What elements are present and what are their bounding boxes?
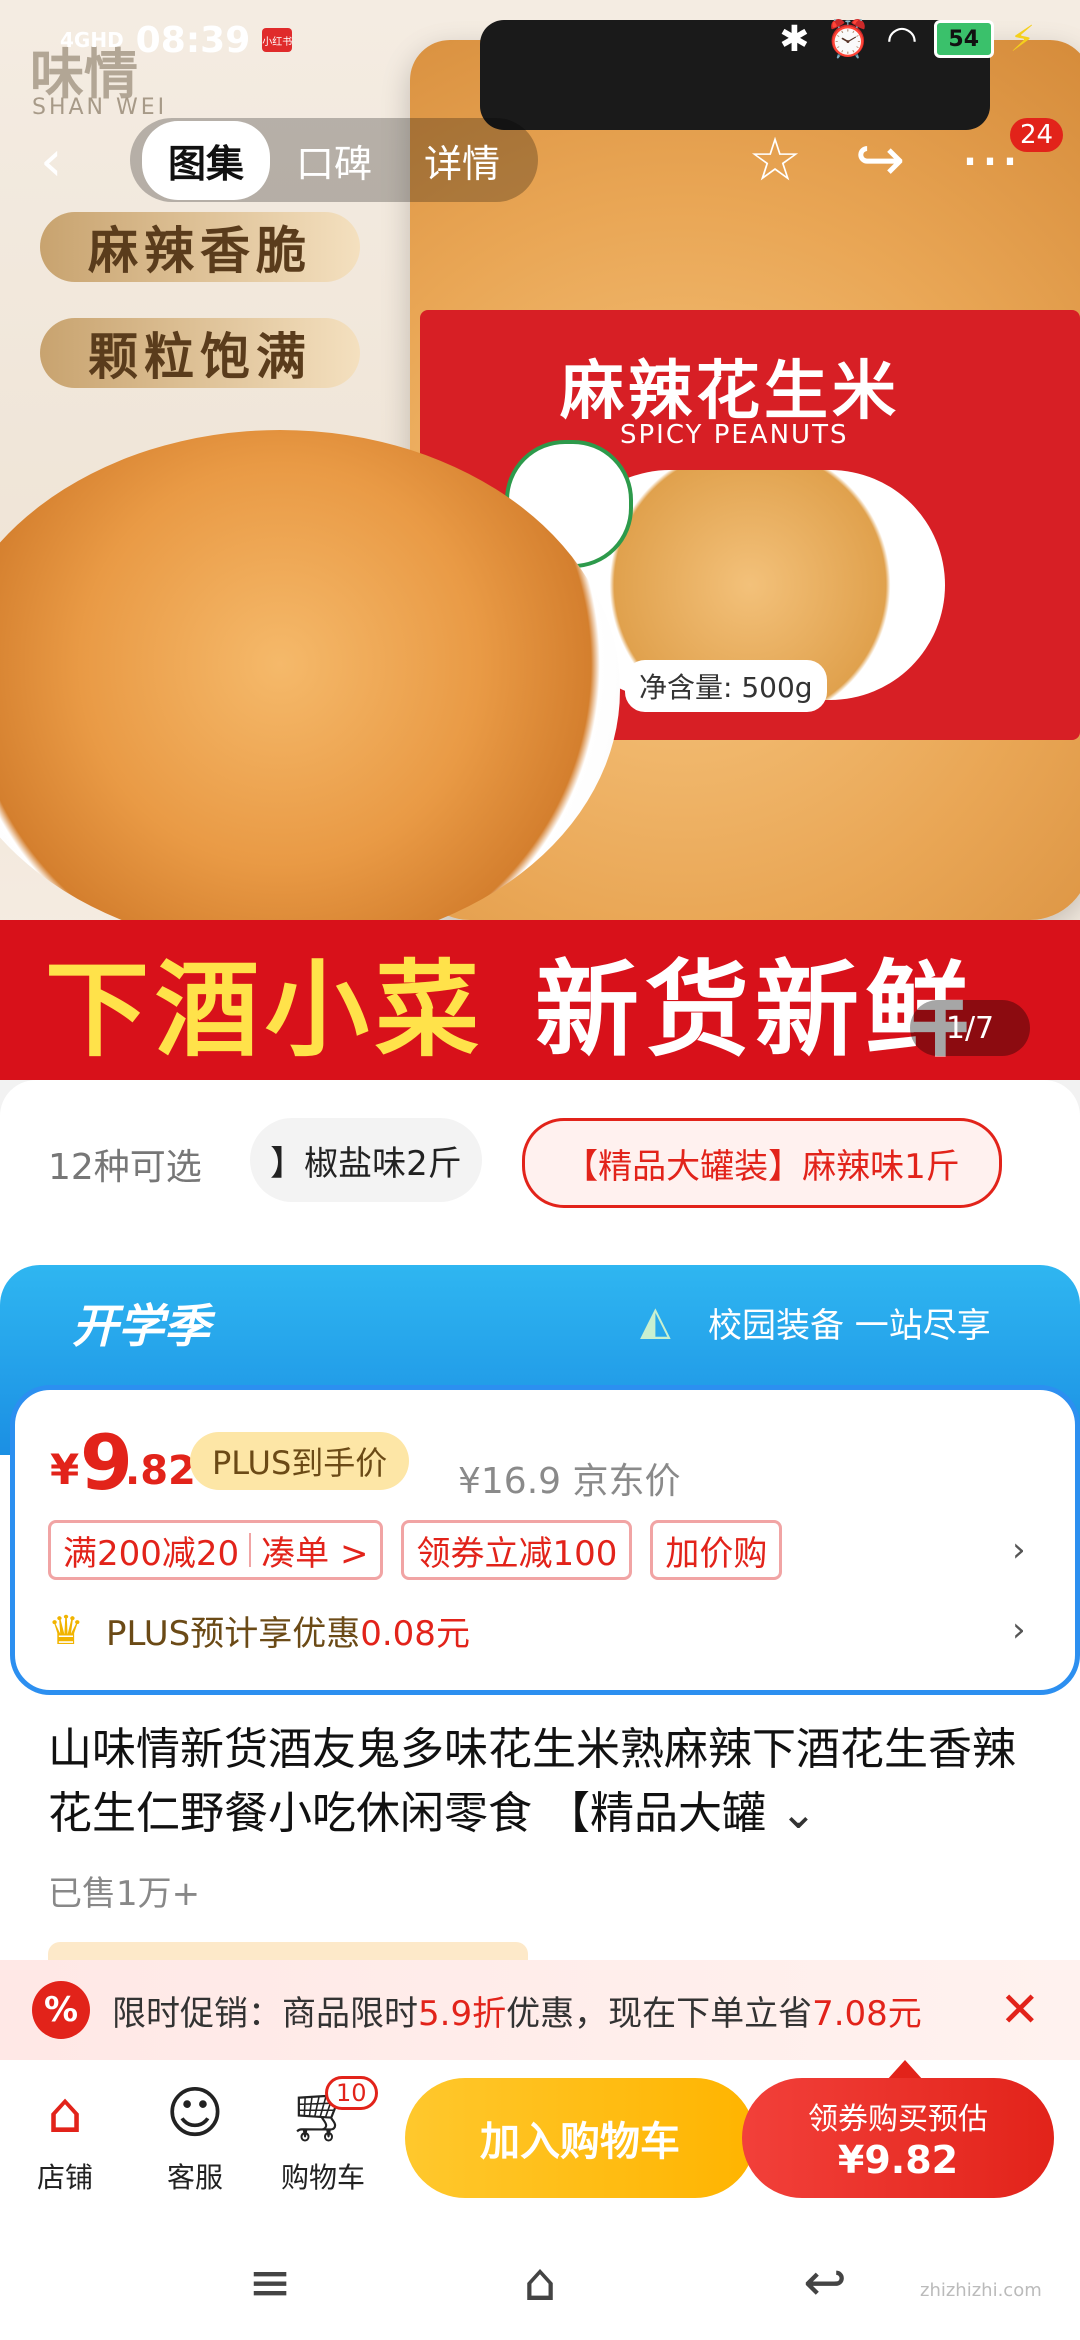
service-button[interactable]: ☺ 客服 <box>140 2078 250 2196</box>
variant-selector: 12种可选 】椒盐味2斤 【精品大罐装】麻辣味1斤 <box>0 1080 1080 1250</box>
top-nav-bar: ‹ 图集 口碑 详情 ☆ ↪ ⋯ 24 <box>0 110 1080 210</box>
plus-chevron-icon[interactable]: › <box>1012 1610 1026 1650</box>
promo-tagline[interactable]: 校园装备 一站尽享 <box>708 1298 991 1347</box>
buy-button-price: ¥9.82 <box>837 2138 959 2182</box>
flash-text-c: 优惠，现在下单立省 <box>506 1993 813 2034</box>
alarm-icon: ⏰ <box>825 19 871 60</box>
hero-banner: 下酒小菜 新货新鲜 <box>0 920 1080 1080</box>
price-currency: ¥ <box>50 1445 80 1494</box>
back-icon[interactable]: ‹ <box>40 132 100 192</box>
tab-gallery[interactable]: 图集 <box>142 120 271 200</box>
store-button[interactable]: ⌂ 店铺 <box>10 2078 120 2196</box>
variant-count[interactable]: 12种可选 <box>48 1138 202 1190</box>
app-notification-badge: 小红书 <box>262 28 293 52</box>
buy-button-tip <box>887 2060 923 2080</box>
promo-title: 开学季 <box>72 1299 210 1353</box>
buy-now-button[interactable]: 领券购买预估 ¥9.82 <box>742 2078 1054 2198</box>
flash-text-a: 限时促销：商品限时 <box>112 1993 418 2034</box>
close-icon[interactable]: ✕ <box>1000 1982 1040 2038</box>
coupon-chevron-icon[interactable]: › <box>1012 1530 1026 1570</box>
plus-price-badge: PLUS到手价 <box>190 1432 410 1490</box>
coupon-instant-label: 领券立减100 <box>416 1533 618 1574</box>
discount-icon: % <box>32 1981 90 2039</box>
feature-tag-full: 颗粒饱满 <box>40 318 360 388</box>
cart-label: 购物车 <box>280 2161 365 2194</box>
coupon-spend-label: 满200减20 <box>63 1533 240 1574</box>
variant-chip-selected[interactable]: 【精品大罐装】麻辣味1斤 <box>522 1118 1002 1208</box>
gallery-counter: 1/7 <box>910 1000 1030 1056</box>
net-weight-label: 净含量: 500g <box>625 660 827 712</box>
plus-discount-label: PLUS预计享优惠 <box>106 1614 361 1654</box>
charging-icon: ⚡ <box>1009 18 1035 60</box>
coupon-addon-purchase[interactable]: 加价购 <box>650 1520 783 1580</box>
jd-price: ¥16.9 京东价 <box>458 1461 681 1502</box>
coupon-instant-discount[interactable]: 领券立减100 <box>401 1520 633 1580</box>
coupon-divider <box>249 1533 252 1567</box>
coupon-addon-label: 凑单 > <box>261 1533 369 1574</box>
store-icon: ⌂ <box>47 2080 83 2146</box>
back-nav-icon[interactable]: ↩ <box>780 2248 870 2318</box>
flash-sale-text: 限时促销：商品限时5.9折优惠，现在下单立省7.08元 <box>112 1986 922 2035</box>
bluetooth-icon: ✱ <box>779 18 810 60</box>
status-bar: 4GHD 08:39 小红书 ✱ ⏰ ◠ 54 ⚡ <box>0 0 1080 80</box>
product-title-text: 山味情新货酒友鬼多味花生米熟麻辣下酒花生香辣花生仁野餐小吃休闲零食 【精品大罐 <box>48 1724 1016 1839</box>
watermark: zhizhizhi.com <box>920 2280 1042 2301</box>
chat-icon: ☺ <box>165 2080 225 2146</box>
status-time: 08:39 <box>135 19 251 61</box>
chevron-down-icon[interactable]: ⌄ <box>780 1788 817 1839</box>
store-label: 店铺 <box>36 2161 93 2194</box>
flash-sale-bar[interactable]: % 限时促销：商品限时5.9折优惠，现在下单立省7.08元 ✕ <box>0 1960 1080 2060</box>
buy-button-label: 领券购买预估 <box>808 2102 988 2137</box>
coupon-spend-discount[interactable]: 满200减20 凑单 > <box>48 1520 384 1580</box>
more-badge: 24 <box>1010 118 1064 152</box>
variant-chip[interactable]: 】椒盐味2斤 <box>250 1118 482 1202</box>
flash-discount-rate: 5.9折 <box>418 1993 507 2034</box>
banner-right-text: 新货新鲜 <box>535 948 976 1071</box>
crown-icon: ♛ <box>48 1607 84 1654</box>
jar-label-title: 麻辣花生米 <box>560 355 900 429</box>
coupon-row[interactable]: 满200减20 凑单 > 领券立减100 加价购 <box>48 1520 783 1580</box>
flash-savings: 7.08元 <box>812 1993 922 2034</box>
feature-tag-spicy: 麻辣香脆 <box>40 212 360 282</box>
flag-icon: ◭ <box>640 1298 671 1344</box>
star-icon[interactable]: ☆ <box>735 120 815 200</box>
wifi-icon: ◠ <box>886 18 918 60</box>
coupon-addon-purchase-label: 加价购 <box>665 1533 768 1574</box>
network-indicator: 4GHD <box>60 28 124 52</box>
price-decimal: .82 <box>125 1448 196 1494</box>
sold-count: 已售1万+ <box>48 1874 201 1914</box>
tab-bar: 图集 口碑 详情 <box>130 118 539 202</box>
service-label: 客服 <box>166 2161 223 2194</box>
jar-label-sub: SPICY PEANUTS <box>620 420 849 450</box>
menu-icon[interactable]: ≡ <box>225 2248 315 2318</box>
tab-reviews[interactable]: 口碑 <box>270 121 398 200</box>
banner-left-text: 下酒小菜 <box>45 948 486 1071</box>
plus-discount-amount: 0.08元 <box>360 1614 470 1654</box>
add-to-cart-button[interactable]: 加入购物车 <box>405 2078 755 2198</box>
battery-icon: 54 <box>933 20 994 58</box>
tab-details[interactable]: 详情 <box>398 121 526 200</box>
product-title[interactable]: 山味情新货酒友鬼多味花生米熟麻辣下酒花生香辣花生仁野餐小吃休闲零食 【精品大罐 … <box>48 1718 1038 1846</box>
plus-discount-row[interactable]: ♛ PLUS预计享优惠 0.08元 <box>48 1606 470 1655</box>
cart-count-badge: 10 <box>325 2076 378 2110</box>
home-icon[interactable]: ⌂ <box>495 2248 585 2318</box>
share-icon[interactable]: ↪ <box>840 120 920 200</box>
